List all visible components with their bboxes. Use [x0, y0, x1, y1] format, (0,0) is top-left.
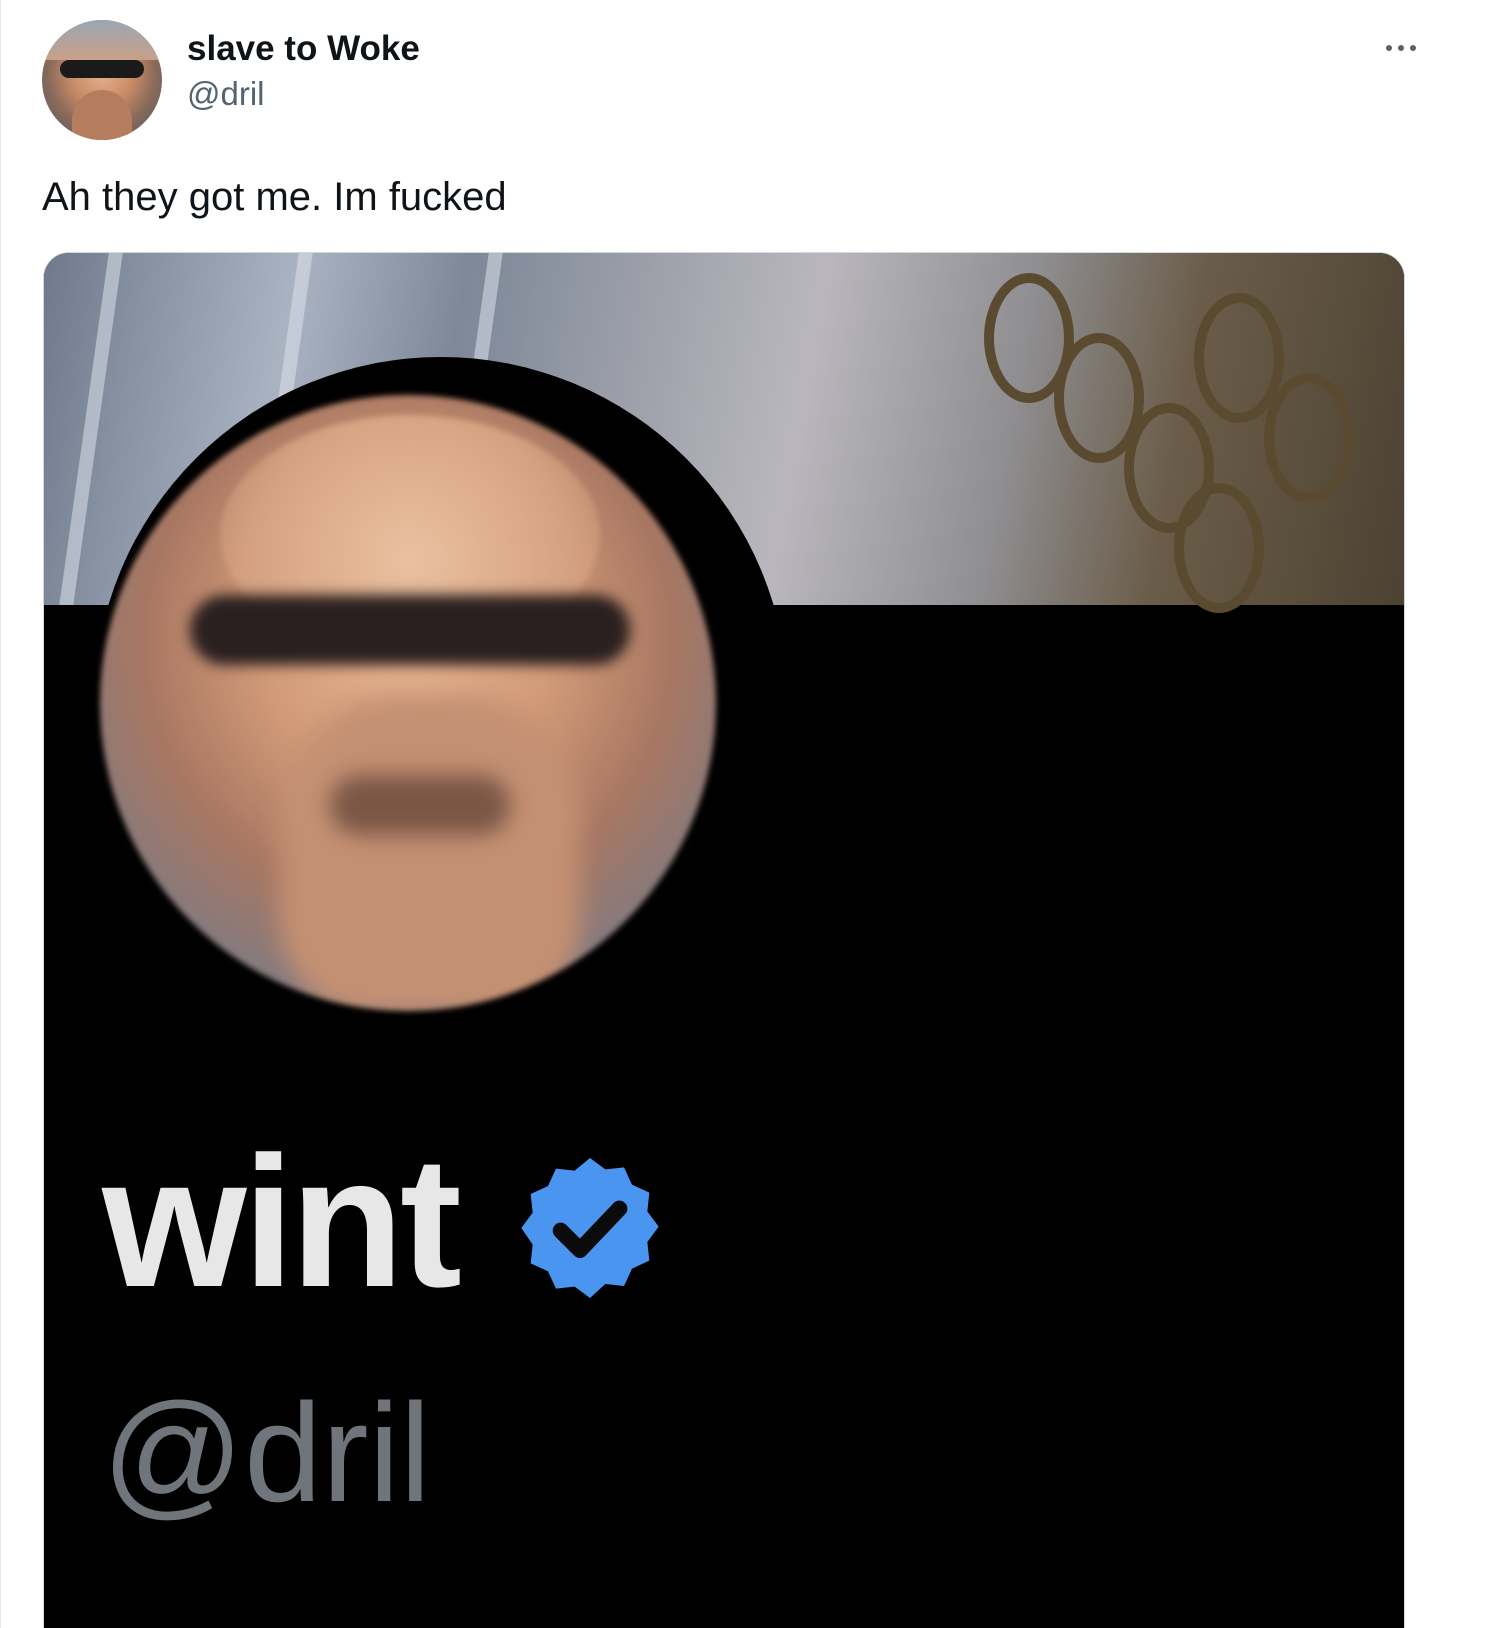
banner-stripe — [59, 253, 123, 605]
profile-avatar-jaw — [280, 695, 580, 1011]
more-horizontal-icon — [1386, 45, 1392, 51]
banner-chain-link — [1264, 373, 1354, 503]
verified-badge-icon — [521, 1158, 659, 1298]
author-avatar[interactable] — [42, 20, 162, 140]
tweet-text: Ah they got me. Im fucked — [42, 175, 507, 219]
author-display-name[interactable]: slave to Woke — [187, 26, 420, 72]
profile-name-row: wint — [102, 1123, 670, 1323]
more-options-button[interactable] — [1377, 28, 1425, 68]
more-horizontal-icon — [1398, 45, 1404, 51]
profile-handle: @dril — [102, 1374, 431, 1531]
profile-name: wint — [102, 1119, 462, 1326]
profile-avatar-sunglasses — [190, 595, 630, 665]
avatar-hair — [42, 20, 162, 60]
author-names: slave to Woke @dril — [187, 26, 420, 116]
banner-chain-link — [1174, 483, 1264, 613]
avatar-sunglasses — [60, 60, 144, 78]
tweet-media-image[interactable]: wint @dril — [43, 252, 1405, 1628]
avatar-chin — [72, 90, 132, 140]
profile-avatar-mouth — [330, 775, 510, 835]
more-horizontal-icon — [1410, 45, 1416, 51]
tweet[interactable]: slave to Woke @dril Ah they got me. Im f… — [0, 0, 1496, 1628]
profile-avatar — [100, 395, 716, 1011]
tweet-header: slave to Woke @dril — [1, 0, 1496, 150]
author-handle[interactable]: @dril — [187, 72, 420, 116]
